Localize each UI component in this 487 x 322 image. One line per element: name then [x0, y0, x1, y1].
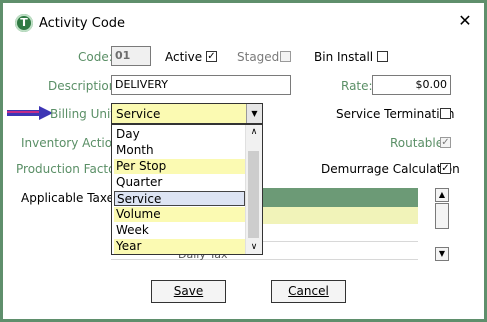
demurrage-checkbox[interactable]: ✓	[440, 163, 451, 174]
applicable-taxes-label: Applicable Taxes:	[21, 191, 125, 205]
dialog-window: T Activity Code ✕ Code: 01 Active ✓ Stag…	[0, 0, 487, 322]
description-input[interactable]: DELIVERY	[111, 75, 291, 95]
billing-units-dropdown: Day Month Per Stop Quarter Service Volume Week…	[111, 124, 263, 255]
demurrage-label: Demurrage Calculation	[321, 162, 460, 176]
chevron-down-icon[interactable]: ▼	[246, 104, 262, 123]
billing-units-option[interactable]: Day	[114, 127, 245, 142]
billing-units-option[interactable]: Week	[114, 223, 245, 238]
scroll-up-icon[interactable]: ∧	[246, 125, 262, 139]
code-field: 01	[111, 46, 151, 66]
scrollbar-thumb[interactable]	[248, 151, 259, 238]
billing-units-value: Service	[116, 107, 161, 121]
dropdown-scrollbar[interactable]: ∧ ∨	[245, 125, 262, 254]
bin-install-label: Bin Install	[314, 50, 374, 64]
pointer-arrow-icon	[7, 106, 53, 120]
service-termination-checkbox[interactable]	[440, 108, 451, 119]
billing-units-option[interactable]: Per Stop	[114, 159, 245, 174]
billing-units-select[interactable]: Service ▼	[111, 103, 263, 124]
rate-input[interactable]: $0.00	[372, 75, 451, 95]
app-logo-icon: T	[15, 14, 33, 32]
routable-checkbox: ✓	[440, 137, 451, 148]
bin-install-checkbox[interactable]	[377, 51, 388, 62]
routable-label: Routable	[390, 136, 444, 150]
cancel-button[interactable]: Cancel	[271, 280, 346, 303]
cancel-label: Cancel	[288, 284, 329, 298]
service-termination-label: Service Termination	[336, 107, 455, 121]
grid-divider	[111, 259, 418, 260]
title-bar: T Activity Code ✕	[6, 6, 481, 39]
billing-units-option[interactable]: Volume	[114, 207, 245, 222]
scroll-up-icon[interactable]: ▲	[435, 188, 449, 202]
active-checkbox[interactable]: ✓	[206, 51, 217, 62]
inventory-action-label: Inventory Action:	[21, 136, 124, 150]
billing-units-option[interactable]: Month	[114, 143, 245, 158]
billing-units-option[interactable]: Quarter	[114, 175, 245, 190]
description-label: Description:	[48, 79, 121, 93]
save-button[interactable]: Save	[151, 280, 226, 303]
billing-units-option[interactable]: Year	[114, 239, 245, 254]
close-icon[interactable]: ✕	[455, 11, 475, 31]
save-label: Save	[173, 284, 204, 298]
billing-units-option[interactable]: Service	[114, 191, 245, 206]
scrollbar-thumb[interactable]	[435, 203, 449, 229]
staged-label: Staged	[237, 50, 280, 64]
window-title: Activity Code	[39, 16, 126, 31]
scroll-down-icon[interactable]: ▼	[435, 247, 449, 261]
staged-checkbox	[280, 51, 291, 62]
active-label: Active	[165, 50, 203, 64]
production-factor-label: Production Factor:	[16, 162, 125, 176]
rate-label: Rate:	[341, 79, 373, 93]
scroll-down-icon[interactable]: ∨	[246, 240, 262, 254]
code-label: Code:	[78, 50, 113, 64]
